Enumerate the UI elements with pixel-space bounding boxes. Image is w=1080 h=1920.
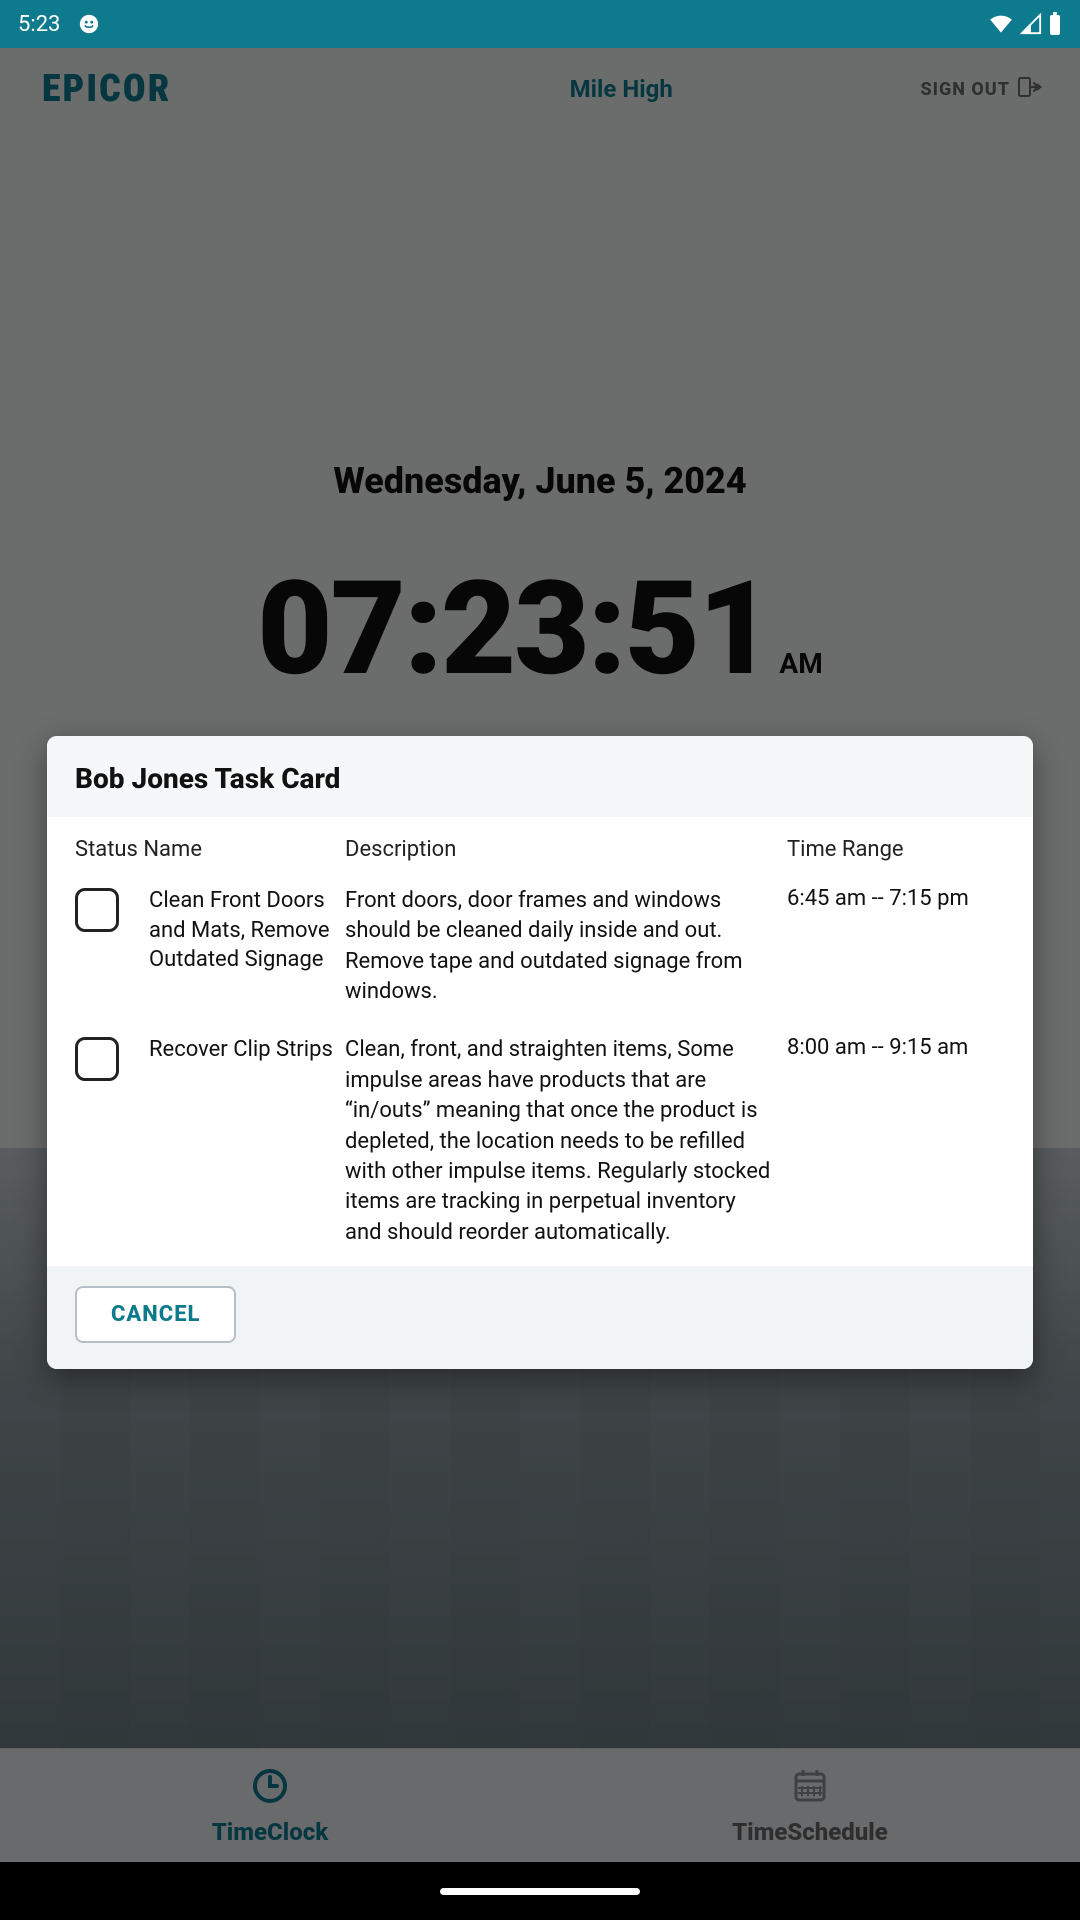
- task-name: Recover Clip Strips: [149, 1035, 333, 1065]
- table-row: Recover Clip Strips Clean, front, and st…: [47, 1025, 1033, 1266]
- wifi-icon: [988, 13, 1014, 35]
- header-time-range: Time Range: [787, 837, 987, 862]
- task-name: Clean Front Doors and Mats, Remove Outda…: [149, 886, 333, 975]
- home-indicator[interactable]: [440, 1888, 640, 1895]
- table-row: Clean Front Doors and Mats, Remove Outda…: [47, 876, 1033, 1025]
- task-checkbox[interactable]: [75, 1037, 119, 1081]
- cell-signal-icon: [1020, 13, 1042, 35]
- cancel-button[interactable]: CANCEL: [75, 1286, 236, 1343]
- android-nav-bar: [0, 1862, 1080, 1920]
- android-status-bar: 5:23: [0, 0, 1080, 48]
- modal-title: Bob Jones Task Card: [75, 762, 1005, 795]
- task-description: Front doors, door frames and windows sho…: [345, 886, 775, 1007]
- task-card-modal: Bob Jones Task Card Status Name Descript…: [47, 736, 1033, 1369]
- task-time-range: 8:00 am -- 9:15 am: [787, 1035, 987, 1060]
- header-description: Description: [345, 837, 775, 862]
- task-checkbox[interactable]: [75, 888, 119, 932]
- status-time: 5:23: [18, 12, 60, 37]
- task-table-header: Status Name Description Time Range: [47, 817, 1033, 876]
- face-icon: [78, 13, 100, 35]
- header-status-name: Status Name: [75, 837, 333, 862]
- task-description: Clean, front, and straighten items, Some…: [345, 1035, 775, 1248]
- task-time-range: 6:45 am -- 7:15 pm: [787, 886, 987, 911]
- battery-icon: [1048, 12, 1062, 36]
